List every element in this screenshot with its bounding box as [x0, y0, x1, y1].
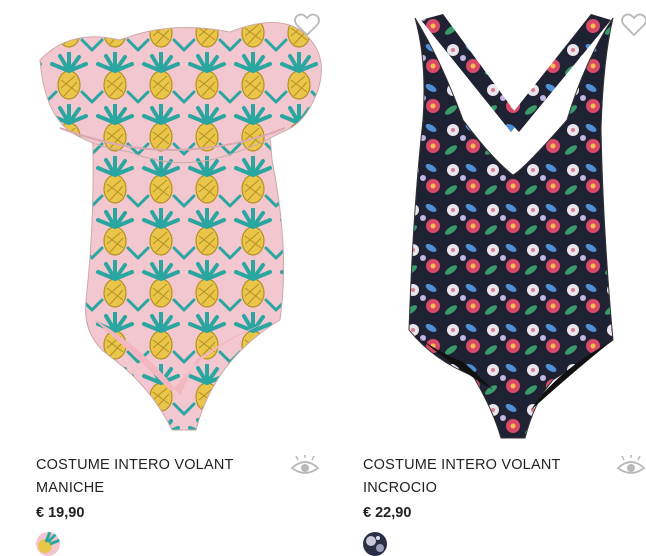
wishlist-heart-icon[interactable]	[619, 10, 646, 40]
product-title-line1[interactable]: COSTUME INTERO VOLANT	[363, 454, 593, 477]
product-price: € 22,90	[363, 505, 412, 521]
product-card-pineapple[interactable]: COSTUME INTERO VOLANT MANICHE € 19,90	[0, 0, 323, 556]
pineapple-swimsuit-illustration	[39, 21, 322, 431]
product-title-line1[interactable]: COSTUME INTERO VOLANT	[36, 454, 266, 477]
product-image-pineapple-swimsuit[interactable]	[0, 0, 323, 445]
quickview-eye-icon[interactable]	[616, 455, 646, 477]
product-title-line2[interactable]: INCROCIO	[363, 477, 593, 500]
product-title[interactable]: COSTUME INTERO VOLANT INCROCIO	[363, 454, 593, 500]
product-card-floral[interactable]: COSTUME INTERO VOLANT INCROCIO € 22,90	[323, 0, 646, 556]
product-image-floral-swimsuit[interactable]	[323, 0, 646, 445]
quickview-eye-icon[interactable]	[290, 455, 320, 477]
floral-swimsuit-illustration	[408, 14, 614, 439]
color-swatch-pineapple[interactable]	[36, 532, 60, 556]
color-swatch-floral[interactable]	[363, 532, 387, 556]
product-title[interactable]: COSTUME INTERO VOLANT MANICHE	[36, 454, 266, 500]
product-price: € 19,90	[36, 505, 85, 521]
product-title-line2[interactable]: MANICHE	[36, 477, 266, 500]
wishlist-heart-icon[interactable]	[292, 10, 322, 40]
